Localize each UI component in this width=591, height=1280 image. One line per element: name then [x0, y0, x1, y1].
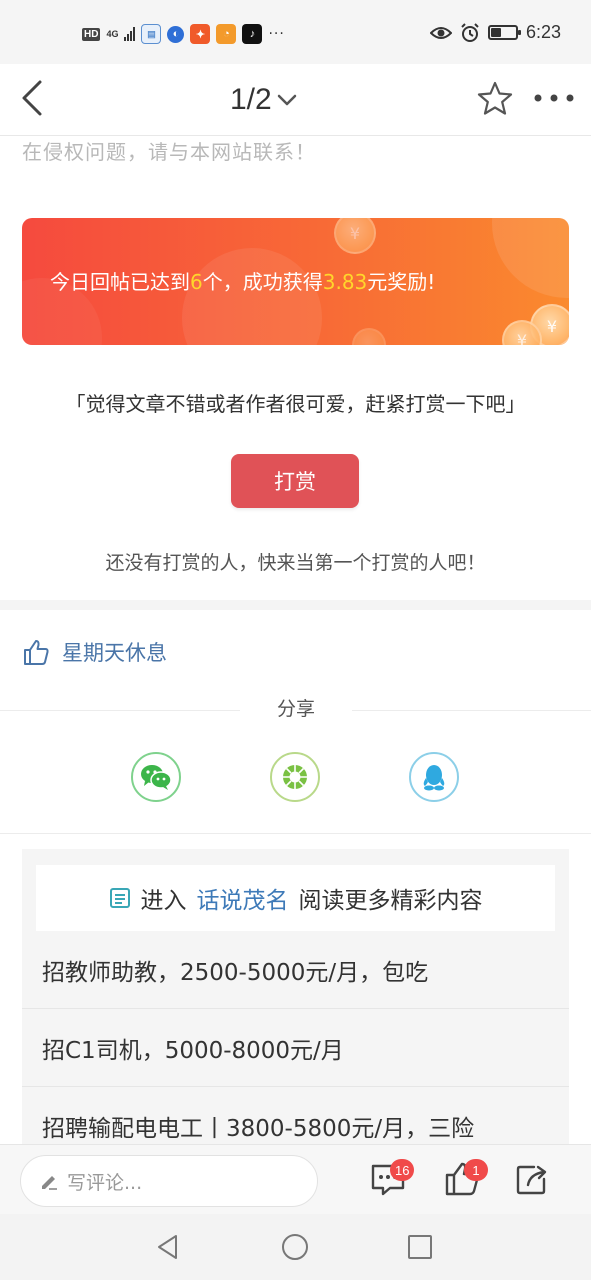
more-content-card: 进入 话说茂名 阅读更多精彩内容 招教师助教，2500-5000元/月，包吃 招… [22, 849, 569, 1144]
like-count-badge: 1 [464, 1159, 488, 1181]
section-divider [0, 833, 591, 834]
top-nav-bar: 1/2 [0, 64, 591, 136]
more-options-icon[interactable] [532, 88, 576, 108]
status-bar: HD 4G ▤ ◐ ✦ ◔ ♪ ··· 6:23 [0, 0, 591, 64]
tip-prompt: 「觉得文章不错或者作者很可爱，赶紧打赏一下吧」 [65, 392, 526, 416]
banner-decoration [182, 248, 322, 345]
share-qq-button[interactable] [409, 752, 459, 802]
coin-symbol: ¥ [546, 316, 558, 336]
fitness-app-icon: ✦ [190, 24, 211, 44]
job-listing-item[interactable]: 招聘输配电电工丨3800-5800元/月，三险 [22, 1087, 569, 1144]
status-bar-right: 6:23 [429, 22, 561, 43]
reward-message: 今日回帖已达到6个，成功获得3.83元奖励! [50, 266, 435, 295]
reward-amount: 3.83 [322, 270, 368, 294]
system-back-icon[interactable] [152, 1231, 184, 1263]
coin-icon: ¥ [334, 218, 376, 254]
battery-icon [487, 25, 521, 40]
article-content[interactable]: 在侵权问题，请与本网站联系！ ¥ ¥ ¥ 今日回帖已达到6个，成功获得3.83元… [0, 136, 591, 1144]
hd-indicator: HD [82, 27, 101, 41]
enter-forum-banner[interactable]: 进入 话说茂名 阅读更多精彩内容 [36, 865, 555, 931]
coin-icon [352, 328, 386, 345]
enter-suffix: 阅读更多精彩内容 [298, 888, 483, 914]
document-icon [109, 888, 130, 908]
uc-browser-icon: ◔ [216, 24, 237, 44]
network-type: 4G [106, 28, 119, 39]
copyright-notice: 在侵权问题，请与本网站联系！ [22, 140, 316, 164]
comment-count-badge: 16 [390, 1159, 415, 1181]
like-button[interactable]: 1 [440, 1145, 500, 1215]
comment-placeholder: 写评论... [67, 1171, 143, 1194]
reward-middle: 个，成功获得 [202, 270, 323, 294]
back-arrow-icon[interactable] [14, 76, 58, 120]
system-navigation-bar [0, 1214, 591, 1280]
browser-app-icon: ◐ [167, 25, 185, 43]
signal-icon [124, 27, 136, 41]
enter-prefix: 进入 [140, 888, 187, 914]
notes-app-icon: ▤ [141, 24, 162, 44]
share-wechat-button[interactable] [131, 752, 181, 802]
reward-suffix: 元奖励! [367, 270, 436, 294]
star-favorite-icon[interactable] [476, 80, 514, 118]
chevron-down-icon [277, 94, 296, 106]
moments-icon [283, 765, 307, 789]
more-notifications-icon: ··· [268, 26, 285, 42]
like-row[interactable]: 星期天休息 [22, 636, 167, 668]
job-listing-item[interactable]: 招教师助教，2500-5000元/月，包吃 [22, 931, 569, 1009]
liker-name[interactable]: 星期天休息 [62, 637, 167, 667]
system-recents-icon[interactable] [404, 1231, 436, 1263]
system-home-icon[interactable] [279, 1231, 311, 1263]
wechat-icon [141, 765, 172, 790]
qq-icon [423, 765, 445, 791]
thumbs-up-icon [24, 640, 49, 665]
section-divider [0, 600, 591, 610]
banner-decoration [492, 218, 569, 298]
pencil-icon [42, 1176, 57, 1190]
bottom-comment-bar: 写评论... 16 1 [0, 1144, 591, 1214]
tiktok-icon: ♪ [242, 24, 263, 44]
reward-count: 6 [190, 270, 203, 294]
job-listing-item[interactable]: 招C1司机，5000-8000元/月 [22, 1009, 569, 1087]
reply-reward-banner: ¥ ¥ ¥ 今日回帖已达到6个，成功获得3.83元奖励! [22, 218, 569, 345]
tip-empty-message: 还没有打赏的人，快来当第一个打赏的人吧！ [105, 552, 486, 574]
comment-input[interactable]: 写评论... [20, 1155, 318, 1207]
comments-button[interactable]: 16 [366, 1145, 426, 1215]
status-bar-left: HD 4G ▤ ◐ ✦ ◔ ♪ ··· [82, 24, 285, 44]
clock-time: 6:23 [525, 22, 561, 42]
page-indicator-label: 1/2 [230, 83, 272, 116]
coin-symbol: ¥ [349, 223, 361, 243]
alarm-icon [461, 22, 479, 42]
eye-comfort-icon [429, 26, 452, 39]
share-icon[interactable] [512, 1159, 552, 1199]
share-moments-button[interactable] [270, 752, 320, 802]
tip-button[interactable]: 打赏 [231, 454, 359, 508]
share-title: 分享 [240, 694, 352, 721]
forum-name-link[interactable]: 话说茂名 [197, 881, 289, 915]
coin-symbol: ¥ [516, 330, 528, 346]
page-indicator-dropdown[interactable]: 1/2 [230, 82, 298, 118]
reward-prefix: 今日回帖已达到 [50, 270, 190, 294]
